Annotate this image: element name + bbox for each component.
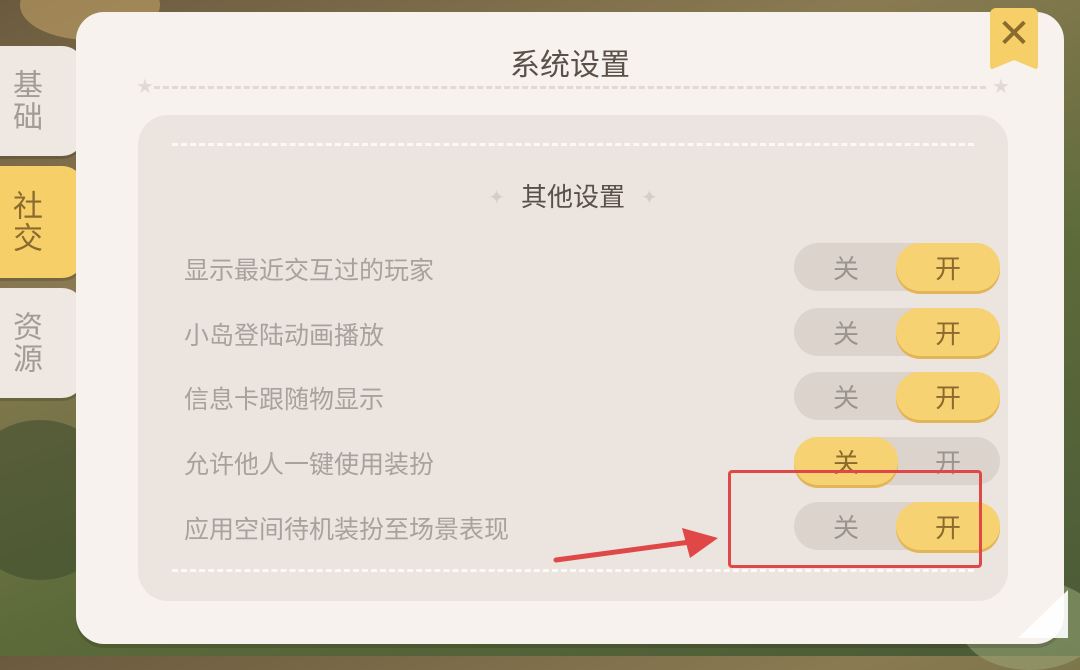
- setting-label: 应用空间待机装扮至场景表现: [184, 515, 510, 544]
- toggle-off-option[interactable]: 关: [794, 243, 898, 291]
- star-decoration-icon: ★: [136, 74, 154, 98]
- setting-row: 信息卡跟随物显示 关 开: [184, 372, 1000, 420]
- tab-resources-label: 资源: [7, 311, 42, 375]
- diamond-icon: ✦: [641, 185, 658, 209]
- toggle-on-option[interactable]: 开: [896, 243, 1000, 291]
- tab-social-label: 社交: [7, 190, 42, 254]
- toggle-off-option[interactable]: 关: [794, 372, 898, 420]
- tab-basic[interactable]: 基础: [0, 46, 84, 156]
- toggle-switch[interactable]: 关 开: [794, 372, 1000, 420]
- tab-resources[interactable]: 资源: [0, 288, 84, 398]
- setting-label: 信息卡跟随物显示: [184, 385, 385, 414]
- setting-label: 允许他人一键使用装扮: [184, 450, 435, 479]
- section-divider-top: [172, 143, 974, 146]
- section-title-text: 其他设置: [520, 183, 625, 213]
- section-title: ✦ 其他设置 ✦: [138, 177, 1008, 214]
- setting-label: 小岛登陆动画播放: [184, 321, 385, 350]
- toggle-on-option[interactable]: 开: [896, 372, 1000, 420]
- toggle-switch[interactable]: 关 开: [794, 308, 1000, 356]
- tab-social[interactable]: 社交: [0, 166, 84, 278]
- star-decoration-icon: ★: [992, 74, 1010, 98]
- annotation-arrow-icon: [553, 528, 718, 563]
- toggle-switch[interactable]: 关 开: [794, 243, 1000, 291]
- toggle-off-option[interactable]: 关: [794, 308, 898, 356]
- close-icon: ✕: [997, 11, 1031, 57]
- dialog-title: 系统设置: [510, 48, 630, 83]
- setting-row: 显示最近交互过的玩家 关 开: [184, 243, 1000, 291]
- setting-label: 显示最近交互过的玩家: [184, 256, 435, 285]
- title-divider: [154, 86, 986, 89]
- setting-row: 小岛登陆动画播放 关 开: [184, 308, 1000, 356]
- diamond-icon: ✦: [488, 185, 505, 209]
- toggle-on-option[interactable]: 开: [896, 308, 1000, 356]
- highlight-box: [728, 470, 982, 568]
- tab-basic-label: 基础: [7, 69, 42, 133]
